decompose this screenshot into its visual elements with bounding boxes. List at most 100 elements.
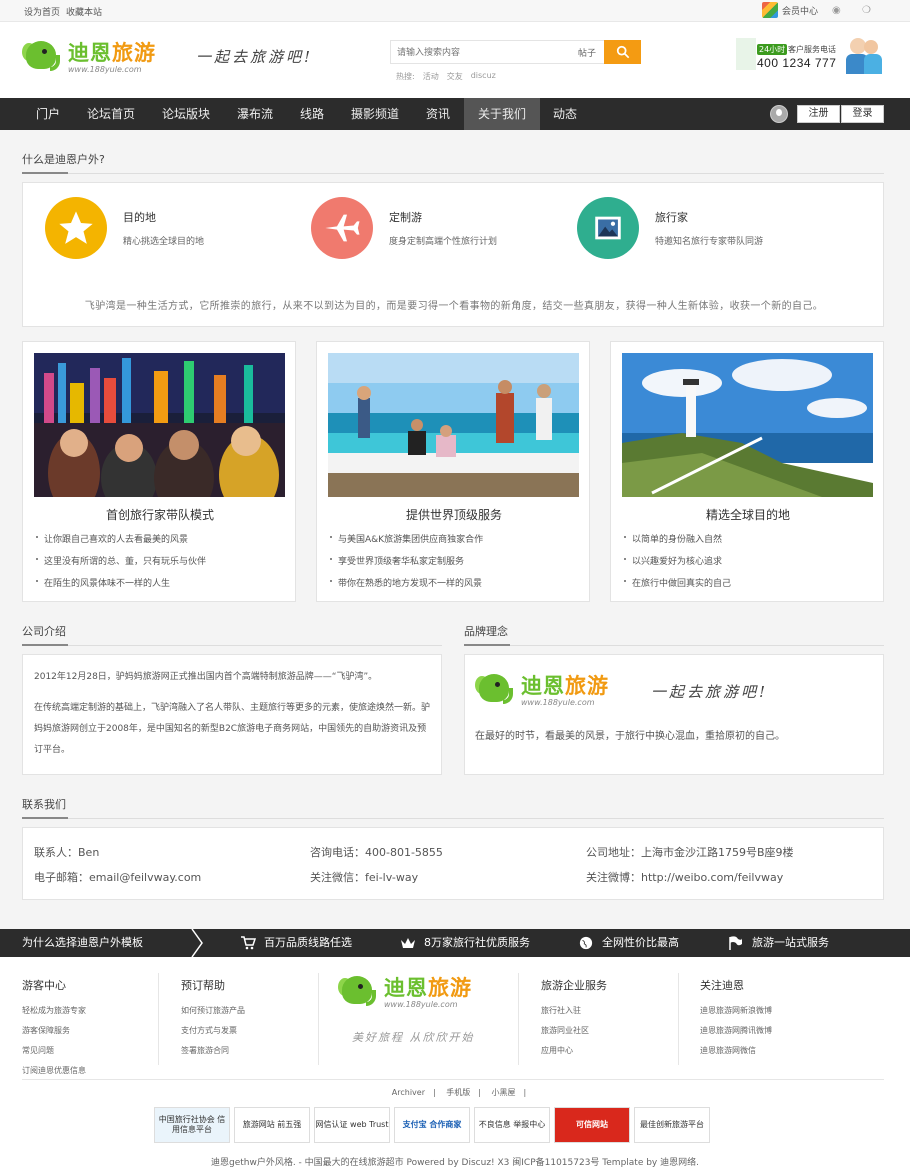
list-item: 与美国A&K旅游集团供应商独家合作 — [330, 532, 483, 554]
footer-col-title: 旅游企业服务 — [541, 979, 607, 992]
service-kids-image — [844, 34, 884, 74]
trust-badge[interactable]: 可信网站 — [554, 1107, 630, 1143]
trust-badge[interactable]: 旅游网站 前五强 — [234, 1107, 310, 1143]
brand-logo: 迪恩旅游 www.188yule.com — [475, 665, 627, 711]
feature-destination: 目的地 精心挑选全球目的地 — [45, 197, 204, 259]
nav-item-forum-boards[interactable]: 论坛版块 — [148, 98, 224, 130]
service-label: 客户服务电话 — [788, 45, 836, 54]
footer-link[interactable]: 旅游同业社区 — [541, 1021, 607, 1041]
nav-item-routes[interactable]: 线路 — [286, 98, 338, 130]
brand-section-title: 品牌理念 — [464, 623, 884, 646]
hot-word[interactable]: 活动 — [423, 71, 439, 82]
footer-link[interactable]: 迪恩旅游网新浪微博 — [700, 1001, 772, 1021]
list-item: 带你在熟悉的地方发现不一样的风景 — [330, 576, 483, 598]
company-panel: 2012年12月28日，驴妈妈旅游网正式推出国内首个高端特制旅游品牌——“飞驴湾… — [22, 654, 442, 775]
logo-text-b: 旅游 — [112, 40, 156, 65]
hot-word[interactable]: 交友 — [447, 71, 463, 82]
search-scope-select[interactable]: 帖子 — [578, 46, 596, 59]
contact-weibo[interactable]: 关注微博：http://weibo.com/feilvway — [586, 869, 783, 885]
logo-text-a: 迪恩 — [68, 40, 112, 65]
night-city-photo — [34, 353, 285, 497]
nav-item-about[interactable]: 关于我们 — [464, 98, 540, 130]
elephant-logo-icon — [22, 35, 64, 75]
trust-badge[interactable]: 最佳创新旅游平台 — [634, 1107, 710, 1143]
nav-item-waterfall[interactable]: 瀑布流 — [224, 98, 286, 130]
nav-item-dynamics[interactable]: 动态 — [540, 98, 590, 130]
cart-icon — [241, 936, 256, 950]
footer-bottom-links: Archiver | 手机版 | 小黑屋 | — [391, 1088, 527, 1097]
trust-badge[interactable]: 网信认证 web Trust — [314, 1107, 390, 1143]
footer-slogan: 美好旅程 从欣欣开始 — [352, 1031, 475, 1044]
footer-link[interactable]: 旅行社入驻 — [541, 1001, 607, 1021]
logo-url: www.188yule.com — [384, 999, 458, 1009]
contact-wechat: 关注微信：fei-lv-way — [310, 871, 419, 884]
customer-service-hotline: 24小时 客户服务电话 400 1234 777 — [736, 34, 884, 74]
site-footer: 游客中心 轻松成为旅游专家 游客保障服务 常见问题 订阅迪恩优惠信息 预订帮助 … — [0, 957, 910, 1173]
login-button[interactable]: 登录 — [841, 105, 884, 123]
what-intro-text: 飞驴湾是一种生活方式，它所推崇的旅行，从来不以到达为目的，而是要习得一个看事物的… — [84, 301, 824, 312]
trust-badge[interactable]: 不良信息 举报中心 — [474, 1107, 550, 1143]
footer-link[interactable]: 轻松成为旅游专家 — [22, 1001, 86, 1021]
hot-search-words: 热搜: 活动 交友 discuz — [396, 71, 496, 82]
footer-link[interactable]: 迪恩旅游网腾讯微博 — [700, 1021, 772, 1041]
blackroom-link[interactable]: 小黑屋 — [492, 1088, 516, 1097]
search-box: 帖子 — [390, 40, 641, 64]
contact-email[interactable]: 电子邮箱：email@feilvway.com — [34, 869, 201, 885]
contact-section-title: 联系我们 — [22, 796, 884, 819]
brand-text: 在最好的时节，看最美的风景，于旅行中换心混血，重拾原初的自己。 — [475, 731, 785, 742]
bookmark-link[interactable]: 收藏本站 — [66, 5, 102, 18]
contact-address: 公司地址：上海市金沙江路1759号B座9楼 — [586, 846, 794, 859]
logo-text-b: 旅游 — [565, 673, 609, 698]
beach-group-photo — [328, 353, 579, 497]
feature-traveler: 旅行家 特邀知名旅行专家带队同游 — [577, 197, 763, 259]
register-button[interactable]: 注册 — [797, 105, 840, 123]
user-avatar-icon[interactable] — [770, 105, 788, 123]
company-text: 在传统高端定制游的基础上，飞驴湾融入了名人带队、主题旅行等更多的元素，使旅途焕然… — [34, 703, 431, 755]
card-list: 与美国A&K旅游集团供应商独家合作 享受世界顶级奢华私家定制服务 带你在熟悉的地… — [330, 532, 483, 598]
nav-item-forum-home[interactable]: 论坛首页 — [74, 98, 148, 130]
what-panel: 目的地 精心挑选全球目的地 定制游 度身定制高端个性旅行计划 旅行家 特邀知名旅… — [22, 182, 884, 327]
footer-link[interactable]: 如何预订旅游产品 — [181, 1001, 245, 1021]
list-item: 在旅行中做回真实的自己 — [624, 576, 731, 598]
chevron-right-icon — [191, 929, 203, 957]
brand-slogan: 一起去旅游吧! — [651, 683, 769, 701]
trust-badge[interactable]: 中国旅行社协会 信用信息平台 — [154, 1107, 230, 1143]
set-home-link[interactable]: 设为首页 — [24, 5, 60, 18]
logo-text-a: 迪恩 — [384, 975, 428, 1000]
archiver-link[interactable]: Archiver — [392, 1088, 425, 1097]
footer-link[interactable]: 迪恩旅游网微信 — [700, 1041, 772, 1061]
weibo-icon[interactable]: ◉ — [832, 5, 841, 16]
elephant-logo-icon — [475, 668, 517, 708]
why-lead: 为什么选择迪恩户外模板 — [22, 936, 143, 949]
list-item: 在陌生的风景体味不一样的人生 — [36, 576, 206, 598]
footer-link[interactable]: 签署旅游合同 — [181, 1041, 245, 1061]
footer-link[interactable]: 应用中心 — [541, 1041, 607, 1061]
why-choose-bar: 为什么选择迪恩户外模板 百万品质线路任选 8万家旅行社优质服务 全网性价比最高 … — [0, 929, 910, 957]
lighthouse-photo — [622, 353, 873, 497]
wechat-icon[interactable]: ❍ — [862, 5, 871, 16]
star-icon — [45, 197, 107, 259]
site-logo[interactable]: 迪恩旅游 www.188yule.com — [22, 32, 174, 78]
hot-word[interactable]: discuz — [471, 71, 496, 82]
search-button[interactable] — [604, 40, 641, 64]
feature-card: 提供世界顶级服务 与美国A&K旅游集团供应商独家合作 享受世界顶级奢华私家定制服… — [316, 341, 590, 602]
mobile-link[interactable]: 手机版 — [446, 1088, 470, 1097]
elephant-logo-icon — [338, 970, 380, 1010]
footer-link[interactable]: 订阅迪恩优惠信息 — [22, 1061, 86, 1081]
service-24h-badge: 24小时 — [757, 44, 788, 55]
card-list: 让你跟自己喜欢的人去看最美的风景 这里没有所谓的总、董，只有玩乐与伙伴 在陌生的… — [36, 532, 206, 598]
footer-col-title: 游客中心 — [22, 979, 66, 992]
footer-link[interactable]: 常见问题 — [22, 1041, 86, 1061]
footer-logo: 迪恩旅游 www.188yule.com 美好旅程 从欣欣开始 — [338, 967, 488, 1047]
feature-custom-tour: 定制游 度身定制高端个性旅行计划 — [311, 197, 497, 259]
nav-item-photo[interactable]: 摄影频道 — [338, 98, 412, 130]
search-input[interactable] — [397, 45, 567, 60]
nav-item-portal[interactable]: 门户 — [22, 98, 74, 130]
feature-desc: 度身定制高端个性旅行计划 — [389, 237, 498, 247]
trust-badge[interactable]: 支付宝 合作商家 — [394, 1107, 470, 1143]
footer-link[interactable]: 游客保障服务 — [22, 1021, 86, 1041]
member-center-link[interactable]: 会员中心 — [762, 2, 818, 18]
nav-item-news[interactable]: 资讯 — [412, 98, 464, 130]
logo-url: www.188yule.com — [68, 64, 142, 74]
footer-link[interactable]: 支付方式与发票 — [181, 1021, 245, 1041]
